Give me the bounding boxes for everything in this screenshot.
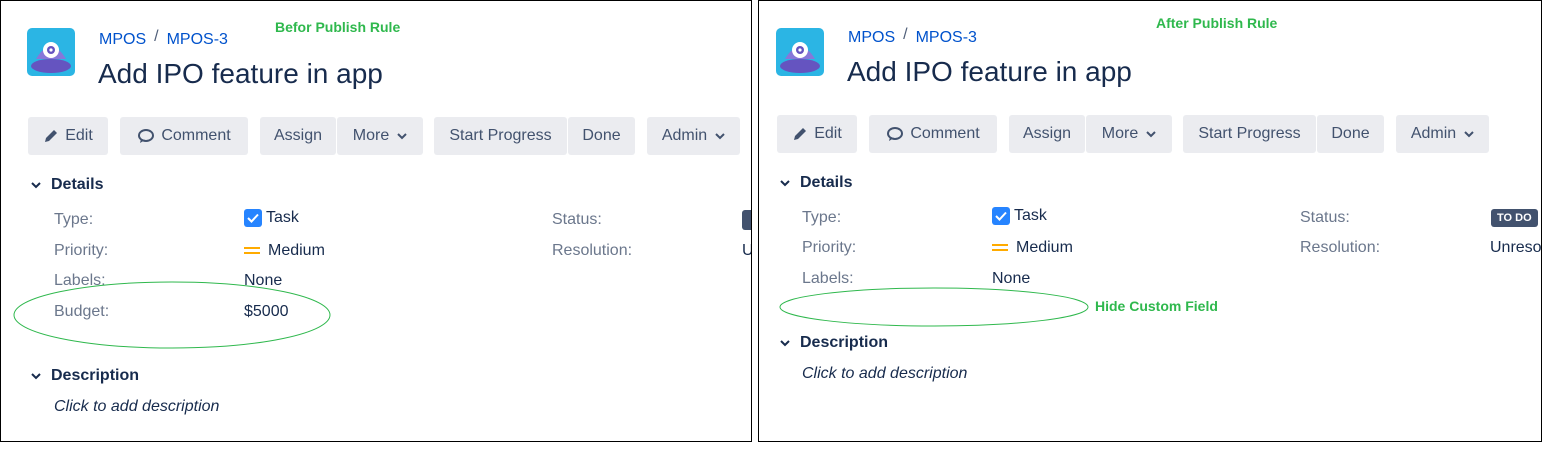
highlight-ellipse	[779, 287, 1089, 327]
priority-label: Priority:	[802, 239, 857, 256]
type-value-text: Task	[1014, 207, 1047, 224]
comment-button-label: Comment	[161, 127, 231, 144]
chevron-down-icon	[31, 372, 41, 380]
details-section-toggle[interactable]: Details	[31, 176, 103, 194]
more-button[interactable]: More	[337, 117, 423, 155]
task-checkbox-icon	[244, 209, 262, 227]
type-label: Type:	[802, 209, 842, 226]
breadcrumb-issue-link[interactable]: MPOS-3	[167, 31, 228, 49]
chevron-down-icon	[715, 132, 725, 140]
breadcrumb-separator: /	[903, 26, 908, 43]
more-button[interactable]: More	[1086, 115, 1172, 153]
resolution-value: Unreso	[1490, 239, 1542, 256]
start-progress-button[interactable]: Start Progress	[1183, 115, 1316, 153]
status-label: Status:	[552, 211, 602, 228]
chevron-down-icon	[397, 132, 407, 140]
start-progress-button-label: Start Progress	[449, 127, 552, 144]
assign-button[interactable]: Assign	[1009, 115, 1085, 153]
type-value: Task	[244, 209, 299, 227]
description-heading: Description	[800, 334, 889, 351]
priority-label: Priority:	[54, 242, 109, 259]
resolution-label: Resolution:	[552, 242, 633, 259]
done-button[interactable]: Done	[1317, 115, 1384, 153]
edit-button[interactable]: Edit	[28, 117, 108, 155]
edit-button[interactable]: Edit	[777, 115, 857, 153]
chevron-down-icon	[780, 339, 790, 347]
priority-medium-icon	[244, 246, 260, 256]
comment-button-label: Comment	[910, 125, 980, 142]
page-title: Add IPO feature in app	[847, 56, 1132, 87]
description-placeholder[interactable]: Click to add description	[802, 365, 967, 383]
assign-button-label: Assign	[273, 127, 323, 144]
admin-button-label: Admin	[661, 127, 708, 144]
priority-medium-icon	[992, 243, 1008, 253]
priority-value-text: Medium	[1016, 239, 1073, 256]
details-heading: Details	[800, 174, 853, 191]
status-lozenge[interactable]: TO DO	[1491, 209, 1538, 227]
chevron-down-icon	[1464, 130, 1474, 138]
hide-custom-field-label: Hide Custom Field	[1095, 298, 1218, 314]
admin-button[interactable]: Admin	[1396, 115, 1489, 153]
comment-icon	[137, 128, 155, 144]
type-value-text: Task	[266, 209, 299, 226]
task-checkbox-icon	[992, 207, 1010, 225]
annotation-after-label: After Publish Rule	[1156, 15, 1278, 31]
description-section-toggle[interactable]: Description	[31, 367, 139, 385]
before-panel: MPOS / MPOS-3 Add IPO feature in app Bef…	[0, 0, 752, 442]
chevron-down-icon	[1146, 130, 1156, 138]
start-progress-button[interactable]: Start Progress	[434, 117, 567, 155]
priority-value-text: Medium	[268, 242, 325, 259]
resolution-label: Resolution:	[1300, 239, 1381, 256]
assign-button-label: Assign	[1022, 125, 1072, 142]
pencil-icon	[43, 128, 59, 144]
start-progress-button-label: Start Progress	[1198, 125, 1301, 142]
breadcrumb-project-link[interactable]: MPOS	[848, 29, 895, 47]
page-title: Add IPO feature in app	[98, 58, 383, 89]
more-button-label: More	[352, 127, 390, 144]
comment-button[interactable]: Comment	[869, 115, 997, 153]
priority-value: Medium	[244, 242, 325, 260]
admin-button-label: Admin	[1410, 125, 1457, 142]
edit-button-label: Edit	[65, 127, 93, 144]
done-button-label: Done	[582, 127, 621, 144]
highlight-ellipse	[13, 281, 331, 349]
type-label: Type:	[54, 211, 94, 228]
done-button[interactable]: Done	[568, 117, 635, 155]
after-panel: MPOS / MPOS-3 Add IPO feature in app Aft…	[758, 0, 1542, 442]
admin-button[interactable]: Admin	[647, 117, 740, 155]
project-avatar-icon	[776, 28, 824, 76]
status-label: Status:	[1300, 209, 1350, 226]
breadcrumb-issue-link[interactable]: MPOS-3	[916, 29, 977, 47]
details-heading: Details	[51, 176, 104, 193]
description-heading: Description	[51, 367, 140, 384]
breadcrumb: MPOS / MPOS-3	[848, 26, 977, 47]
breadcrumb-separator: /	[154, 28, 159, 45]
annotation-before-label: Befor Publish Rule	[275, 19, 401, 35]
done-button-label: Done	[1331, 125, 1370, 142]
project-avatar-icon	[27, 28, 75, 76]
breadcrumb: MPOS / MPOS-3	[99, 28, 228, 49]
chevron-down-icon	[780, 179, 790, 187]
resolution-value: U	[742, 242, 751, 260]
description-placeholder[interactable]: Click to add description	[54, 398, 219, 416]
comment-icon	[886, 126, 904, 142]
status-lozenge	[742, 210, 751, 230]
breadcrumb-project-link[interactable]: MPOS	[99, 31, 146, 49]
assign-button[interactable]: Assign	[260, 117, 336, 155]
priority-value: Medium	[992, 239, 1073, 257]
details-section-toggle[interactable]: Details	[780, 174, 852, 192]
more-button-label: More	[1101, 125, 1139, 142]
edit-button-label: Edit	[814, 125, 842, 142]
chevron-down-icon	[31, 181, 41, 189]
comment-button[interactable]: Comment	[120, 117, 248, 155]
type-value: Task	[992, 207, 1047, 225]
description-section-toggle[interactable]: Description	[780, 334, 888, 352]
pencil-icon	[792, 126, 808, 142]
